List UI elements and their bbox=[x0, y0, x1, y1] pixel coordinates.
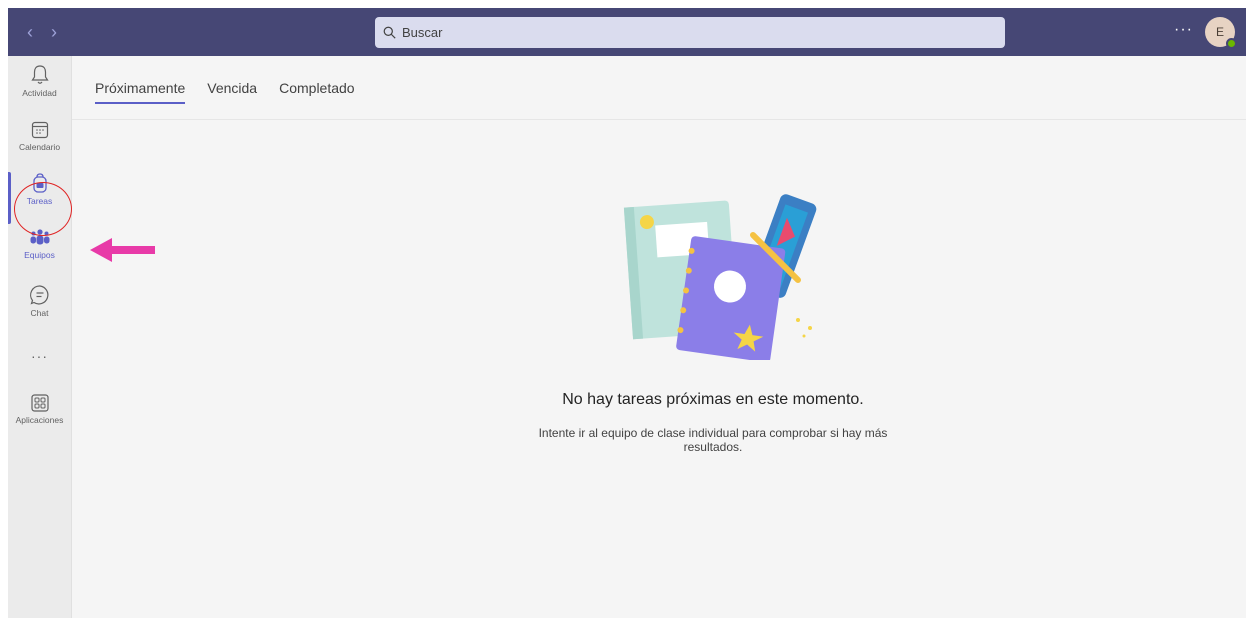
empty-state-title: No hay tareas próximas en este momento. bbox=[562, 391, 864, 408]
assignments-tabs: Próximamente Vencida Completado bbox=[95, 80, 355, 104]
rail-label: Equipos bbox=[24, 250, 55, 260]
more-icon: ··· bbox=[31, 348, 48, 364]
calendar-icon bbox=[31, 121, 48, 139]
rail-label: Actividad bbox=[22, 88, 57, 98]
rail-item-actividad[interactable]: Actividad bbox=[8, 64, 71, 114]
back-arrow-icon[interactable]: ‹ bbox=[20, 22, 40, 42]
tab-completado[interactable]: Completado bbox=[279, 80, 355, 104]
active-indicator bbox=[8, 172, 11, 224]
search-placeholder: Buscar bbox=[402, 25, 443, 40]
empty-state-subtitle: Intente ir al equipo de clase individual… bbox=[538, 426, 888, 454]
rail-item-aplicaciones[interactable]: Aplicaciones bbox=[8, 393, 71, 443]
search-input[interactable]: Buscar bbox=[375, 17, 1005, 48]
empty-state-illustration bbox=[623, 194, 817, 360]
bell-icon bbox=[30, 65, 49, 84]
forward-arrow-icon[interactable]: › bbox=[44, 22, 64, 42]
rail-more-button[interactable]: ··· bbox=[8, 346, 71, 366]
more-options-button[interactable]: ··· bbox=[1174, 21, 1193, 39]
tab-proximamente[interactable]: Próximamente bbox=[95, 80, 186, 104]
rail-label: Chat bbox=[30, 308, 49, 318]
annotation-circle bbox=[14, 182, 72, 236]
rail-item-chat[interactable]: Chat bbox=[8, 284, 71, 334]
rail-label: Aplicaciones bbox=[15, 415, 64, 425]
apps-icon bbox=[30, 394, 49, 412]
chat-icon bbox=[29, 285, 48, 305]
annotation-arrow-icon bbox=[90, 238, 155, 262]
search-icon bbox=[383, 26, 396, 39]
avatar[interactable]: E bbox=[1205, 17, 1237, 49]
presence-available-icon bbox=[1226, 38, 1237, 49]
avatar-initial: E bbox=[1215, 25, 1224, 39]
rail-item-calendario[interactable]: Calendario bbox=[8, 120, 71, 170]
top-bar: ‹ › Buscar ··· E bbox=[8, 8, 1246, 56]
tabs-divider bbox=[72, 119, 1246, 120]
teams-window: ‹ › Buscar ··· E Actividad Calendario Ta… bbox=[8, 8, 1246, 618]
rail-label: Calendario bbox=[18, 142, 61, 152]
tab-vencida[interactable]: Vencida bbox=[207, 80, 257, 104]
app-rail: Actividad Calendario Tareas Equipos Chat… bbox=[8, 56, 72, 618]
